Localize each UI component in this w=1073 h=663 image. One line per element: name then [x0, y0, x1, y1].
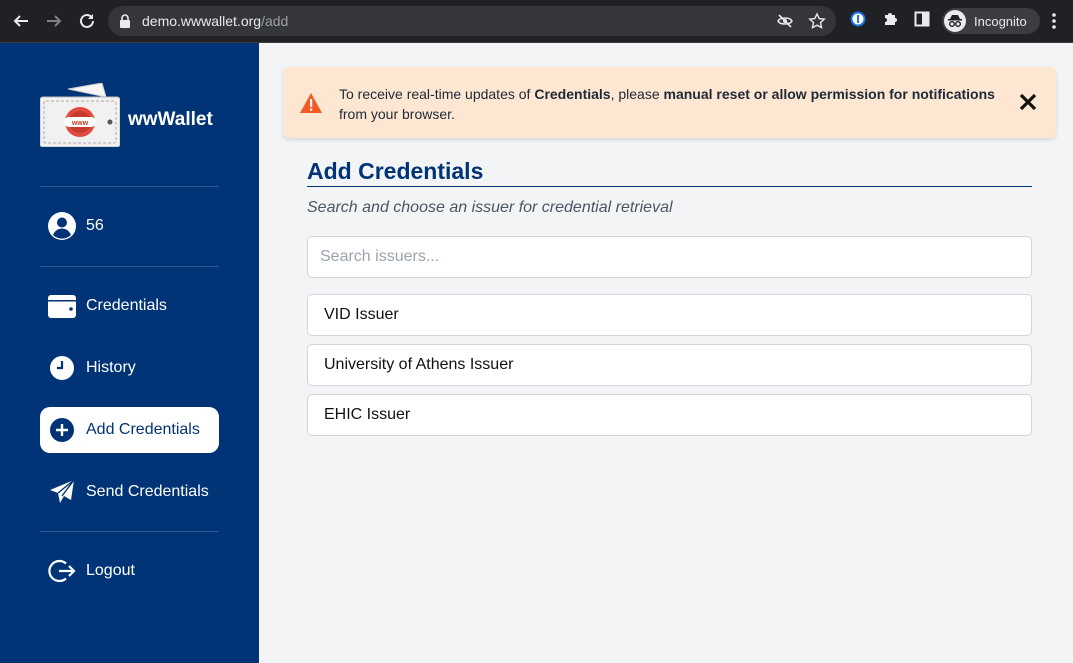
sidebar-item-send-credentials[interactable]: Send Credentials — [40, 469, 219, 515]
sidebar-item-add-credentials[interactable]: Add Credentials — [40, 407, 219, 453]
user-profile[interactable]: 56 — [40, 208, 104, 244]
reload-icon — [80, 13, 94, 28]
incognito-icon — [944, 10, 966, 32]
page-title: Add Credentials — [307, 158, 484, 184]
more-menu-icon[interactable] — [1052, 12, 1056, 30]
paper-plane-icon — [47, 477, 77, 507]
plus-circle-icon — [47, 415, 77, 445]
eye-off-icon[interactable] — [776, 12, 794, 30]
issuer-item[interactable]: University of Athens Issuer — [307, 344, 1032, 386]
warning-icon — [300, 93, 322, 113]
incognito-label: Incognito — [974, 13, 1027, 29]
extensions-puzzle-icon[interactable] — [882, 11, 898, 27]
title-divider — [307, 186, 1032, 187]
notification-banner: To receive real-time updates of Credenti… — [283, 67, 1056, 138]
issuer-item[interactable]: VID Issuer — [307, 294, 1032, 336]
wallet-icon — [47, 291, 77, 321]
search-input[interactable] — [307, 236, 1032, 278]
sidebar-item-history[interactable]: History — [40, 345, 219, 391]
arrow-right-icon — [47, 15, 62, 27]
banner-message: To receive real-time updates of Credenti… — [339, 86, 995, 122]
svg-text:www: www — [71, 120, 89, 127]
address-bar[interactable]: demo.wwwallet.org/add — [108, 6, 836, 36]
browser-toolbar: demo.wwwallet.org/add Incognito — [0, 0, 1073, 43]
forward-button[interactable] — [42, 9, 66, 33]
logout-icon — [47, 556, 77, 586]
lock-icon — [120, 14, 130, 28]
star-icon[interactable] — [808, 12, 826, 30]
back-button[interactable] — [9, 9, 33, 33]
reload-button[interactable] — [75, 9, 99, 33]
arrow-left-icon — [13, 15, 28, 27]
sidebar: www wwWallet 56 Credentials History Add … — [0, 43, 259, 663]
sidebar-item-label: History — [86, 359, 136, 376]
issuer-item[interactable]: EHIC Issuer — [307, 394, 1032, 436]
sidebar-divider — [40, 266, 219, 267]
user-circle-icon — [47, 211, 77, 241]
sidebar-item-label: Add Credentials — [86, 421, 200, 438]
sidebar-item-credentials[interactable]: Credentials — [40, 283, 219, 329]
side-panel-icon[interactable] — [914, 11, 930, 27]
incognito-badge[interactable]: Incognito — [942, 8, 1040, 34]
sidebar-divider — [40, 186, 219, 187]
sidebar-item-label: Credentials — [86, 297, 167, 314]
brand-name: wwWallet — [128, 109, 213, 130]
sidebar-divider — [40, 531, 219, 532]
password-manager-icon[interactable] — [850, 11, 866, 27]
logout-label: Logout — [86, 562, 135, 579]
close-icon[interactable] — [1018, 92, 1038, 112]
sidebar-item-label: Send Credentials — [86, 483, 209, 500]
page-subtitle: Search and choose an issuer for credenti… — [307, 199, 673, 216]
user-id: 56 — [86, 217, 104, 234]
url-text: demo.wwwallet.org/add — [142, 13, 289, 29]
clock-icon — [47, 353, 77, 383]
wallet-logo[interactable]: www — [39, 82, 121, 152]
logout-button[interactable]: Logout — [40, 548, 219, 594]
